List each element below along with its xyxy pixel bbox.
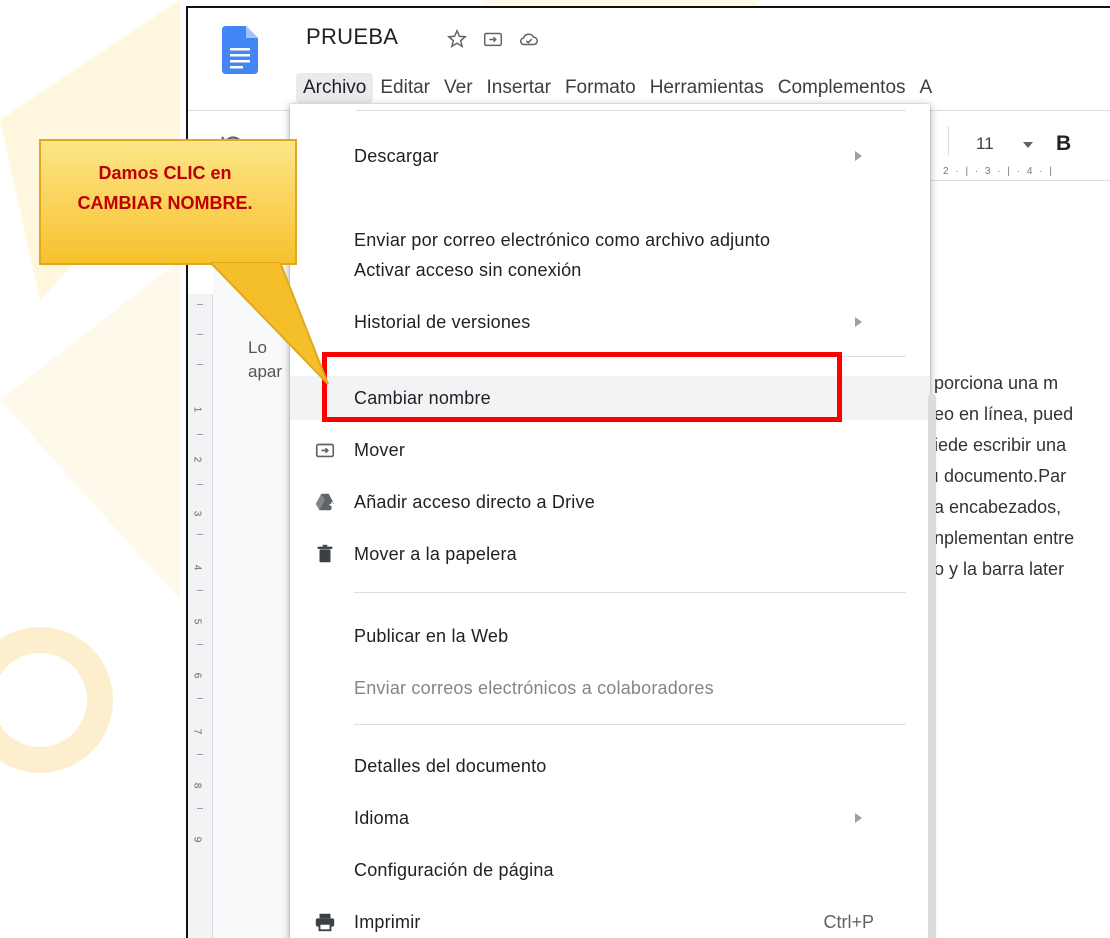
ruler-mark: 8 (191, 782, 203, 789)
ruler-mark: 5 (191, 618, 203, 625)
ruler-mark: 6 (191, 672, 203, 679)
menu-item-imprimir[interactable]: Imprimir Ctrl+P (290, 900, 930, 938)
submenu-arrow-icon (855, 317, 862, 327)
callout-text: Damos CLIC en CAMBIAR NOMBRE. (40, 158, 290, 218)
shortcut-text: Ctrl+P (823, 911, 874, 932)
menu-divider (354, 592, 906, 593)
callout-line: Damos CLIC en (98, 163, 232, 183)
menu-editar[interactable]: Editar (373, 73, 437, 103)
menu-item-historial-versiones[interactable]: Historial de versiones (290, 300, 930, 344)
submenu-arrow-icon (855, 813, 862, 823)
menu-item-label: Publicar en la Web (354, 625, 509, 646)
submenu-arrow-icon (855, 151, 862, 161)
document-title[interactable]: PRUEBA (306, 24, 398, 50)
menu-divider (356, 110, 906, 111)
menu-item-label: Imprimir (354, 911, 421, 932)
drive-shortcut-icon (315, 493, 336, 511)
menu-item-mover[interactable]: Mover (290, 428, 930, 472)
menu-item-acceso-sin-conexion[interactable]: Activar acceso sin conexión (290, 248, 930, 292)
highlight-box (322, 352, 842, 422)
menu-item-label: Mover a la papelera (354, 543, 517, 564)
text-line: iede escribir una (934, 435, 1067, 455)
trash-icon (317, 544, 333, 563)
text-line: eo en línea, pued (934, 404, 1074, 424)
font-size-dropdown-icon[interactable] (1023, 142, 1033, 148)
menu-item-descargar[interactable]: Descargar (290, 134, 930, 178)
ruler-mark: 1 (191, 406, 203, 413)
menu-bar: Archivo Editar Ver Insertar Formato Herr… (296, 72, 939, 104)
move-folder-icon (315, 443, 335, 458)
menu-item-detalles[interactable]: Detalles del documento (290, 744, 930, 788)
menu-item-label: Configuración de página (354, 859, 554, 880)
bold-button[interactable]: B (1056, 132, 1071, 156)
menu-item-acceso-directo-drive[interactable]: Añadir acceso directo a Drive (290, 480, 930, 524)
google-docs-icon[interactable] (222, 26, 258, 74)
star-icon[interactable] (446, 28, 468, 50)
menu-item-publicar-web[interactable]: Publicar en la Web (290, 614, 930, 658)
menu-item-label: Enviar correos electrónicos a colaborado… (354, 677, 714, 698)
menu-insertar[interactable]: Insertar (480, 73, 558, 103)
ruler-mark: 3 (191, 510, 203, 517)
font-size-field[interactable]: 11 (976, 134, 994, 154)
text-line: a encabezados, (934, 497, 1062, 517)
menu-item-papelera[interactable]: Mover a la papelera (290, 532, 930, 576)
menu-formato[interactable]: Formato (558, 73, 643, 103)
menu-complementos[interactable]: Complementos (771, 73, 913, 103)
text-line: porciona una m (934, 373, 1059, 393)
menu-item-idioma[interactable]: Idioma (290, 796, 930, 840)
text-line: nplementan entre (934, 528, 1075, 548)
menu-item-enviar-colaboradores: Enviar correos electrónicos a colaborado… (290, 666, 930, 710)
callout-line: CAMBIAR NOMBRE. (77, 193, 253, 213)
callout-pointer (210, 262, 329, 385)
document-body[interactable]: porciona una m eo en línea, pued iede es… (934, 368, 1074, 585)
menu-divider (354, 724, 906, 725)
menu-item-configuracion-pagina[interactable]: Configuración de página (290, 848, 930, 892)
file-menu-dropdown: Descargar Enviar por correo electrónico … (290, 104, 936, 938)
ruler-mark: 4 (191, 564, 203, 571)
menu-ayuda[interactable]: A (913, 73, 940, 103)
print-icon (315, 913, 335, 932)
menu-item-label: Detalles del documento (354, 755, 547, 776)
menu-scrollbar[interactable] (928, 394, 936, 938)
menu-item-label: Mover (354, 439, 406, 460)
menu-item-label: Activar acceso sin conexión (354, 259, 582, 280)
menu-item-label: Idioma (354, 807, 410, 828)
text-line: o y la barra later (934, 559, 1065, 579)
ruler-mark: 2 (191, 456, 203, 463)
cloud-status-icon[interactable] (518, 28, 540, 50)
screenshot-frame: PRUEBA Archivo Editar Ver Insertar Forma… (186, 6, 1110, 938)
toolbar-separator (948, 126, 949, 156)
menu-item-label: Descargar (354, 145, 439, 166)
move-folder-icon[interactable] (482, 28, 504, 50)
ruler-mark: 7 (191, 728, 203, 735)
menu-item-label: Historial de versiones (354, 311, 531, 332)
text-line: ı documento.Par (934, 466, 1067, 486)
menu-ver[interactable]: Ver (437, 73, 480, 103)
menu-archivo[interactable]: Archivo (296, 73, 374, 103)
menu-item-label: Añadir acceso directo a Drive (354, 491, 595, 512)
menu-herramientas[interactable]: Herramientas (643, 73, 771, 103)
ruler-mark: 9 (191, 836, 203, 843)
